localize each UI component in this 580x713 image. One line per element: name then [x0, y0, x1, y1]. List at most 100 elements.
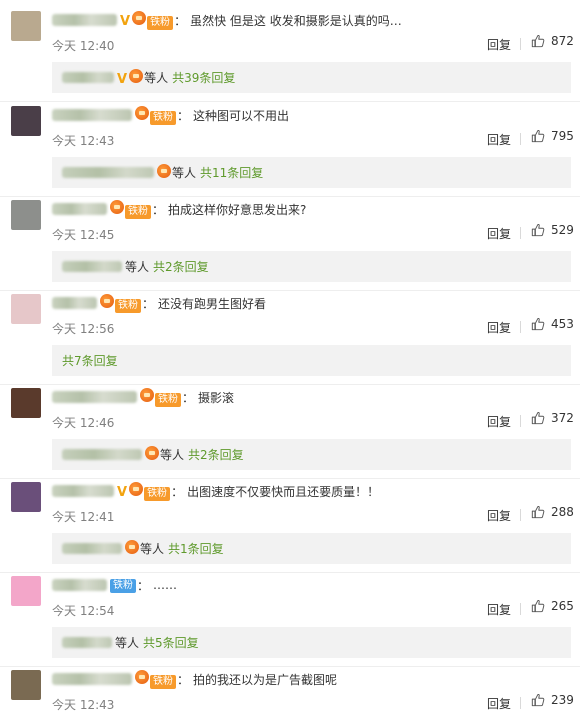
comment-timestamp: 今天 12:43 — [52, 698, 115, 712]
reply-button[interactable]: 回复 — [487, 695, 511, 712]
username-blurred[interactable] — [52, 391, 137, 403]
reply-button[interactable]: 回复 — [487, 507, 511, 524]
reply-button[interactable]: 回复 — [487, 131, 511, 148]
username-blurred[interactable] — [52, 579, 107, 591]
action-divider — [520, 321, 521, 333]
sub-reply-username-blurred — [62, 167, 154, 178]
comment-timestamp: 今天 12:45 — [52, 228, 115, 242]
like-button[interactable]: 795 — [531, 129, 574, 143]
divider — [0, 290, 580, 291]
like-button[interactable]: 239 — [531, 693, 574, 707]
thumbs-up-icon — [531, 693, 545, 707]
comment-timestamp: 今天 12:46 — [52, 416, 115, 430]
divider — [0, 196, 580, 197]
sub-reply-count-link[interactable]: 共2条回复 — [153, 258, 209, 275]
like-button[interactable]: 872 — [531, 34, 574, 48]
iron-fan-badge: 铁粉 — [150, 110, 176, 125]
like-button[interactable]: 372 — [531, 411, 574, 425]
reply-button[interactable]: 回复 — [487, 36, 511, 53]
like-button[interactable]: 288 — [531, 505, 574, 519]
thumbs-up-icon — [531, 411, 545, 425]
sub-reply-count-link[interactable]: 共7条回复 — [62, 352, 118, 369]
sub-reply-and-others: 等人 — [172, 166, 197, 180]
comment-timestamp: 今天 12:41 — [52, 510, 115, 524]
user-badges: V 铁粉 — [117, 481, 171, 501]
comment-header: 铁粉 ： 拍成这样你好意思发出来? — [52, 199, 307, 219]
sub-reply-box[interactable]: 等人 共1条回复 — [52, 533, 571, 564]
sub-reply-count-link[interactable]: 共1条回复 — [168, 540, 224, 557]
user-badges: 铁粉 — [110, 577, 137, 593]
iron-fan-badge: 铁粉 — [155, 392, 181, 407]
iron-fan-badge: 铁粉 — [144, 486, 171, 501]
thumbs-up-icon — [531, 317, 545, 331]
action-divider — [520, 509, 521, 521]
sub-reply-badges: V — [117, 68, 144, 87]
avatar[interactable] — [11, 294, 41, 324]
user-badges: 铁粉 — [100, 293, 142, 313]
like-button[interactable]: 529 — [531, 223, 574, 237]
sub-reply-count-link[interactable]: 共2条回复 — [188, 446, 244, 463]
comment-text: 拍成这样你好意思发出来? — [168, 202, 307, 217]
username-blurred[interactable] — [52, 14, 117, 26]
like-button[interactable]: 265 — [531, 599, 574, 613]
like-count: 372 — [551, 411, 574, 425]
comment-text: 拍的我还以为是广告截图呢 — [193, 672, 338, 687]
divider — [0, 666, 580, 667]
iron-fan-badge: 铁粉 — [125, 204, 151, 219]
username-blurred[interactable] — [52, 203, 107, 215]
sub-reply-username-blurred — [62, 543, 122, 554]
iron-fan-badge: 铁粉 — [110, 579, 136, 593]
thumbs-up-icon — [531, 34, 545, 48]
avatar[interactable] — [11, 11, 41, 41]
sub-reply-and-others: 等人 — [140, 542, 165, 556]
sub-reply-badges — [125, 540, 140, 557]
thumbs-up-icon — [531, 223, 545, 237]
fan-level-icon — [135, 669, 149, 684]
like-count: 288 — [551, 505, 574, 519]
reply-button[interactable]: 回复 — [487, 601, 511, 618]
sub-reply-box[interactable]: 共7条回复 — [52, 345, 571, 376]
fan-level-icon — [129, 481, 144, 496]
sub-reply-box[interactable]: V 等人 共39条回复 — [52, 62, 571, 93]
avatar[interactable] — [11, 482, 41, 512]
colon-separator: ： — [177, 672, 190, 687]
avatar[interactable] — [11, 388, 41, 418]
like-count: 529 — [551, 223, 574, 237]
sub-reply-username-blurred — [62, 72, 114, 83]
reply-button[interactable]: 回复 — [487, 413, 511, 430]
fan-level-icon — [132, 10, 147, 25]
reply-button[interactable]: 回复 — [487, 225, 511, 242]
fan-level-icon — [129, 68, 144, 83]
avatar[interactable] — [11, 200, 41, 230]
colon-separator: ： — [152, 202, 165, 217]
action-divider — [520, 415, 521, 427]
username-blurred[interactable] — [52, 109, 132, 121]
like-count: 453 — [551, 317, 574, 331]
sub-reply-username-blurred — [62, 449, 142, 460]
like-count: 872 — [551, 34, 574, 48]
avatar[interactable] — [11, 670, 41, 700]
sub-reply-box[interactable]: 等人 共2条回复 — [52, 439, 571, 470]
username-blurred[interactable] — [52, 485, 114, 497]
avatar[interactable] — [11, 576, 41, 606]
username-blurred[interactable] — [52, 673, 132, 685]
fan-level-icon — [135, 105, 149, 120]
sub-reply-count-link[interactable]: 共11条回复 — [200, 164, 263, 181]
sub-reply-box[interactable]: 等人 共5条回复 — [52, 627, 571, 658]
avatar[interactable] — [11, 106, 41, 136]
sub-reply-badges — [145, 446, 160, 463]
like-button[interactable]: 453 — [531, 317, 574, 331]
comment-header: 铁粉 ： 还没有跑男生图好看 — [52, 293, 266, 313]
divider — [0, 384, 580, 385]
thumbs-up-icon — [531, 129, 545, 143]
username-blurred[interactable] — [52, 297, 97, 309]
user-badges: 铁粉 — [110, 199, 152, 219]
sub-reply-count-link[interactable]: 共5条回复 — [143, 634, 199, 651]
colon-separator: ： — [182, 390, 195, 405]
sub-reply-box[interactable]: 等人 共11条回复 — [52, 157, 571, 188]
sub-reply-count-link[interactable]: 共39条回复 — [172, 69, 235, 86]
reply-button[interactable]: 回复 — [487, 319, 511, 336]
sub-reply-and-others: 等人 — [160, 448, 185, 462]
thumbs-up-icon — [531, 599, 545, 613]
sub-reply-box[interactable]: 等人 共2条回复 — [52, 251, 571, 282]
